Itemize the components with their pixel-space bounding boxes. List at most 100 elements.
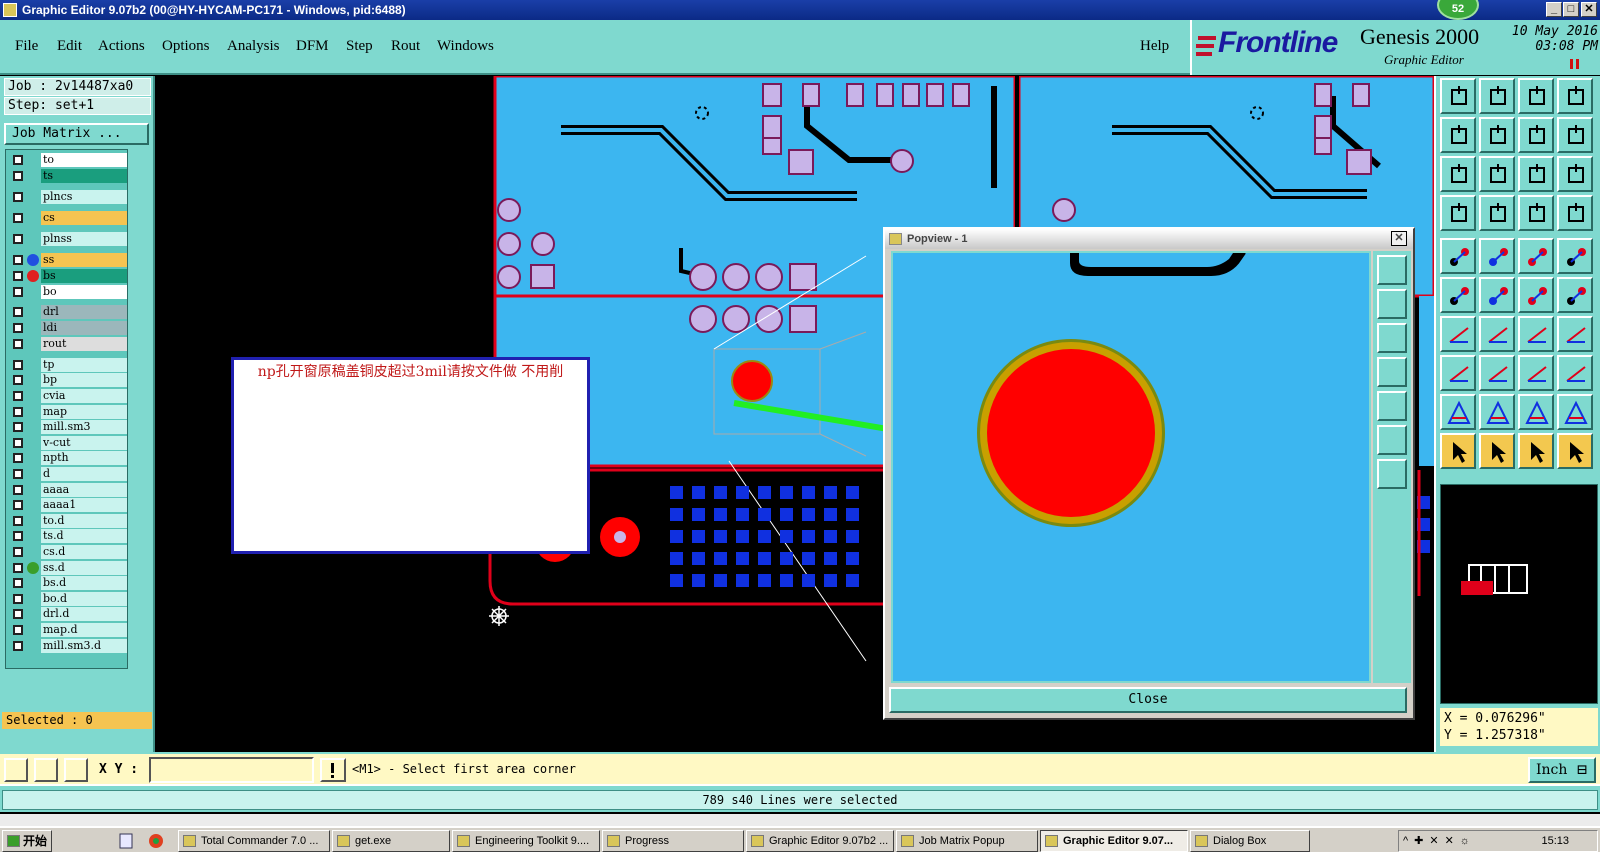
popview-zoom-in-icon[interactable] <box>1377 459 1407 489</box>
zoom-out-icon[interactable] <box>1479 156 1515 192</box>
popview-pan-left-icon[interactable] <box>1377 357 1407 387</box>
triangle-b-icon[interactable] <box>1479 394 1515 430</box>
slash-icon[interactable] <box>1479 316 1515 352</box>
taskbar-item[interactable]: Engineering Toolkit 9.... <box>452 830 600 852</box>
layer-config-icon[interactable] <box>1557 195 1593 231</box>
triangle-c-icon[interactable] <box>1518 394 1554 430</box>
layer-checkbox[interactable] <box>13 307 23 318</box>
layer-row-bo.d[interactable]: bo.d <box>7 591 127 606</box>
text-edit-icon[interactable] <box>1557 316 1593 352</box>
layer-checkbox[interactable] <box>13 171 23 181</box>
minimize-button[interactable]: _ <box>1546 2 1562 17</box>
angle-edit-icon[interactable] <box>1440 316 1476 352</box>
triangle-a-icon[interactable] <box>1440 394 1476 430</box>
menu-help[interactable]: Help <box>1140 38 1169 55</box>
layer-checkbox[interactable] <box>13 437 23 448</box>
layer-pick-icon[interactable] <box>1518 195 1554 231</box>
layer-row-drl[interactable]: drl <box>7 305 127 320</box>
popview-pan-right-icon[interactable] <box>1377 391 1407 421</box>
triangle-d-icon[interactable] <box>1557 394 1593 430</box>
redraw-icon[interactable] <box>1557 117 1593 153</box>
layer-checkbox[interactable] <box>13 155 23 165</box>
dash-line-icon[interactable] <box>1479 355 1515 391</box>
grid-icon[interactable] <box>1479 195 1515 231</box>
layer-row-to[interactable]: to <box>7 153 127 167</box>
fit-screen-icon[interactable] <box>1557 78 1593 114</box>
layer-row-d[interactable]: d <box>7 467 127 481</box>
layer-row-ldi[interactable]: ldi <box>7 321 127 336</box>
popview-titlebar[interactable]: Popview - 1 ✕ <box>885 229 1413 249</box>
layer-row-tp[interactable]: tp <box>7 357 127 372</box>
pad-type-icon[interactable] <box>1557 355 1593 391</box>
measure-icon[interactable] <box>1440 195 1476 231</box>
rotate-icon[interactable] <box>1518 316 1554 352</box>
layer-checkbox[interactable] <box>13 339 23 350</box>
alert-icon[interactable] <box>320 758 346 782</box>
popview-close-icon[interactable]: ✕ <box>1391 231 1407 246</box>
select-arrow-icon[interactable] <box>1440 433 1476 469</box>
layer-row-to.d[interactable]: to.d <box>7 513 127 528</box>
layer-checkbox[interactable] <box>13 254 23 265</box>
layer-row-aaaa1[interactable]: aaaa1 <box>7 498 127 513</box>
select-box-icon[interactable] <box>1479 433 1515 469</box>
layer-checkbox[interactable] <box>13 323 23 334</box>
menu-analysis[interactable]: Analysis <box>227 38 280 55</box>
unit-selector[interactable]: Inch ⊟ <box>1528 757 1596 783</box>
layer-row-bp[interactable]: bp <box>7 373 127 388</box>
maximize-button[interactable]: □ <box>1563 2 1579 17</box>
layer-checkbox[interactable] <box>13 640 23 651</box>
grid-icon[interactable] <box>64 758 88 782</box>
layer-row-ts[interactable]: ts <box>7 169 127 183</box>
snap-icon[interactable] <box>4 758 28 782</box>
popview-zoom-home-icon[interactable] <box>1377 255 1407 285</box>
vertex-add-icon[interactable] <box>1440 355 1476 391</box>
drill-icon[interactable] <box>1479 238 1515 274</box>
layer-checkbox[interactable] <box>13 593 23 604</box>
layer-checkbox[interactable] <box>13 422 23 433</box>
layer-row-mill.sm3[interactable]: mill.sm3 <box>7 420 127 435</box>
layer-checkbox[interactable] <box>13 375 23 386</box>
layer-row-mill.sm3.d[interactable]: mill.sm3.d <box>7 638 127 653</box>
pause-icon[interactable] <box>1568 58 1582 70</box>
popview-canvas[interactable] <box>891 251 1371 683</box>
xy-input[interactable] <box>149 757 314 783</box>
taskbar-item[interactable]: Graphic Editor 9.07b2 ... <box>746 830 894 852</box>
tray-icons[interactable]: ^✚✕✕☼ <box>1403 831 1476 851</box>
pad-icon[interactable] <box>1440 238 1476 274</box>
layer-row-bs[interactable]: bs <box>7 268 127 283</box>
layer-checkbox[interactable] <box>13 531 23 542</box>
taskbar-item[interactable]: get.exe <box>332 830 450 852</box>
layer-checkbox[interactable] <box>13 625 23 635</box>
taskbar-item[interactable]: Total Commander 7.0 ... <box>178 830 330 852</box>
layer-row-npth[interactable]: npth <box>7 451 127 466</box>
start-button[interactable]: 开始 <box>2 830 52 852</box>
help-icon[interactable] <box>1557 156 1593 192</box>
layer-row-plnss[interactable]: plnss <box>7 231 127 246</box>
layer-checkbox[interactable] <box>13 578 23 589</box>
taskbar-item[interactable]: Job Matrix Popup <box>896 830 1038 852</box>
taskbar-item[interactable]: Dialog Box <box>1190 830 1310 852</box>
menu-actions[interactable]: Actions <box>98 38 145 55</box>
layer-row-cvia[interactable]: cvia <box>7 389 127 403</box>
cross-icon[interactable] <box>1479 277 1515 313</box>
layer-row-map[interactable]: map <box>7 404 127 419</box>
select-multi-icon[interactable] <box>1557 433 1593 469</box>
home-view-icon[interactable] <box>1518 78 1554 114</box>
layer-checkbox[interactable] <box>13 406 23 417</box>
layer-row-v-cut[interactable]: v-cut <box>7 435 127 450</box>
pan-right-icon[interactable] <box>1479 117 1515 153</box>
layer-checkbox[interactable] <box>13 500 23 511</box>
connect-icon[interactable] <box>1440 277 1476 313</box>
layer-row-cs.d[interactable]: cs.d <box>7 545 127 559</box>
layer-checkbox[interactable] <box>13 547 23 557</box>
zoom-window-icon[interactable] <box>1479 78 1515 114</box>
popview-pan-up-icon[interactable] <box>1377 289 1407 319</box>
layer-checkbox[interactable] <box>13 484 23 495</box>
layer-checkbox[interactable] <box>13 469 23 479</box>
popview-close-button[interactable]: Close <box>889 687 1407 713</box>
layer-row-bo[interactable]: bo <box>7 284 127 299</box>
angle-icon[interactable] <box>34 758 58 782</box>
layer-row-drl.d[interactable]: drl.d <box>7 607 127 622</box>
job-matrix-button[interactable]: Job Matrix ... <box>4 123 149 145</box>
layer-row-cs[interactable]: cs <box>7 210 127 225</box>
